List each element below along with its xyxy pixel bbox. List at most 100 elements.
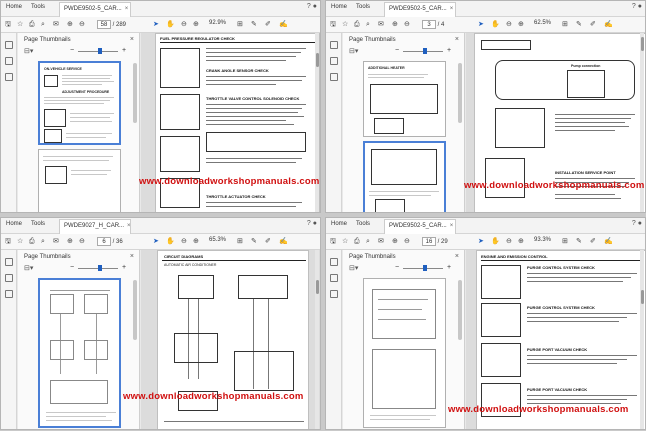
tab-tools[interactable]: Tools: [31, 4, 45, 10]
zoom-level[interactable]: 65.3%: [209, 237, 226, 243]
next-page-icon[interactable]: ⊖: [79, 237, 85, 247]
help-icon[interactable]: ? ●: [307, 3, 317, 10]
thumbnails-icon[interactable]: [5, 258, 13, 266]
next-page-icon[interactable]: ⊖: [404, 20, 410, 30]
page-thumbnail[interactable]: [363, 278, 446, 428]
page-number-input[interactable]: 3: [422, 20, 436, 29]
document-scroll-thumb[interactable]: [641, 37, 644, 51]
save-icon[interactable]: 🖫: [330, 237, 336, 247]
email-icon[interactable]: ✉: [378, 237, 384, 247]
print-icon[interactable]: ⎙: [354, 20, 360, 30]
thumbnails-icon[interactable]: [5, 41, 13, 49]
page-thumbnail[interactable]: ADDITIONAL HEATER: [363, 61, 446, 137]
document-scroll-thumb[interactable]: [641, 290, 644, 304]
bookmark-icon[interactable]: ☆: [17, 20, 23, 30]
print-icon[interactable]: ⎙: [29, 20, 35, 30]
help-icon[interactable]: ? ●: [307, 220, 317, 227]
options-icon[interactable]: ⊟▾: [24, 264, 33, 272]
attachments-icon[interactable]: [330, 73, 338, 81]
tab-tools[interactable]: Tools: [31, 221, 45, 227]
print-icon[interactable]: ⎙: [354, 237, 360, 247]
prev-page-icon[interactable]: ⊕: [67, 20, 73, 30]
tab-document[interactable]: PWDE9502-5_CAR... ×: [384, 219, 456, 234]
sign-icon[interactable]: ✍: [279, 237, 288, 247]
select-tool-icon[interactable]: ➤: [153, 20, 159, 30]
email-icon[interactable]: ✉: [53, 20, 59, 30]
zoom-in-icon[interactable]: ⊕: [518, 20, 524, 30]
fit-page-icon[interactable]: ⊞: [562, 237, 568, 247]
page-thumbnail-selected[interactable]: [363, 141, 446, 212]
search-icon[interactable]: ⌕: [366, 237, 370, 247]
next-page-icon[interactable]: ⊖: [404, 237, 410, 247]
slider-handle[interactable]: [98, 48, 102, 54]
tab-tools[interactable]: Tools: [356, 221, 370, 227]
slider-handle[interactable]: [98, 265, 102, 271]
search-icon[interactable]: ⌕: [41, 237, 45, 247]
bookmarks-icon[interactable]: [5, 57, 13, 65]
save-icon[interactable]: 🖫: [5, 237, 11, 247]
document-scroll-thumb[interactable]: [316, 53, 319, 67]
options-icon[interactable]: ⊟▾: [349, 264, 358, 272]
zoom-out-icon[interactable]: ⊖: [181, 237, 187, 247]
document-scrollbar[interactable]: [640, 250, 644, 429]
attachments-icon[interactable]: [5, 290, 13, 298]
tab-document[interactable]: PWDE9027_H_CAR... ×: [59, 219, 131, 234]
bookmark-icon[interactable]: ☆: [17, 237, 23, 247]
close-icon[interactable]: ×: [125, 6, 129, 12]
fit-page-icon[interactable]: ⊞: [562, 20, 568, 30]
tab-tools[interactable]: Tools: [356, 4, 370, 10]
page-number-input[interactable]: 58: [97, 20, 111, 29]
help-icon[interactable]: ? ●: [632, 220, 642, 227]
select-tool-icon[interactable]: ➤: [153, 237, 159, 247]
tab-document[interactable]: PWDE9502-5_CAR... ×: [384, 2, 456, 17]
zoom-level[interactable]: 62.5%: [534, 20, 551, 26]
panel-scrollbar[interactable]: [133, 63, 137, 123]
zoom-in-icon[interactable]: +: [122, 47, 126, 54]
page-number-input[interactable]: 16: [422, 237, 436, 246]
zoom-in-icon[interactable]: +: [447, 47, 451, 54]
highlight-icon[interactable]: ✐: [590, 237, 596, 247]
attachments-icon[interactable]: [330, 290, 338, 298]
hand-tool-icon[interactable]: ✋: [491, 237, 500, 247]
options-icon[interactable]: ⊟▾: [349, 47, 358, 55]
save-icon[interactable]: 🖫: [330, 20, 336, 30]
zoom-out-icon[interactable]: −: [70, 264, 74, 271]
zoom-in-icon[interactable]: ⊕: [518, 237, 524, 247]
close-icon[interactable]: ×: [130, 36, 134, 43]
comment-icon[interactable]: ✎: [251, 20, 257, 30]
prev-page-icon[interactable]: ⊕: [67, 237, 73, 247]
bookmarks-icon[interactable]: [5, 274, 13, 282]
zoom-in-icon[interactable]: +: [122, 264, 126, 271]
page-thumbnail[interactable]: [38, 149, 121, 212]
tab-home[interactable]: Home: [6, 4, 22, 10]
comment-icon[interactable]: ✎: [576, 237, 582, 247]
zoom-out-icon[interactable]: −: [395, 47, 399, 54]
bookmarks-icon[interactable]: [330, 274, 338, 282]
panel-scrollbar[interactable]: [458, 280, 462, 340]
zoom-out-icon[interactable]: −: [70, 47, 74, 54]
attachments-icon[interactable]: [5, 73, 13, 81]
tab-document[interactable]: PWDE9502-5_CAR... ×: [59, 2, 131, 17]
prev-page-icon[interactable]: ⊕: [392, 237, 398, 247]
zoom-in-icon[interactable]: ⊕: [193, 237, 199, 247]
document-scroll-thumb[interactable]: [316, 280, 319, 294]
comment-icon[interactable]: ✎: [251, 237, 257, 247]
panel-scrollbar[interactable]: [133, 280, 137, 340]
bookmark-icon[interactable]: ☆: [342, 20, 348, 30]
save-icon[interactable]: 🖫: [5, 20, 11, 30]
thumbnails-icon[interactable]: [330, 258, 338, 266]
search-icon[interactable]: ⌕: [366, 20, 370, 30]
slider-handle[interactable]: [423, 265, 427, 271]
options-icon[interactable]: ⊟▾: [24, 47, 33, 55]
sign-icon[interactable]: ✍: [604, 237, 613, 247]
thumbnails-icon[interactable]: [330, 41, 338, 49]
sign-icon[interactable]: ✍: [279, 20, 288, 30]
bookmark-icon[interactable]: ☆: [342, 237, 348, 247]
zoom-out-icon[interactable]: −: [395, 264, 399, 271]
document-scrollbar[interactable]: [315, 250, 319, 429]
highlight-icon[interactable]: ✐: [265, 20, 271, 30]
highlight-icon[interactable]: ✐: [590, 20, 596, 30]
zoom-level[interactable]: 93.3%: [534, 237, 551, 243]
comment-icon[interactable]: ✎: [576, 20, 582, 30]
close-icon[interactable]: ×: [130, 253, 134, 260]
